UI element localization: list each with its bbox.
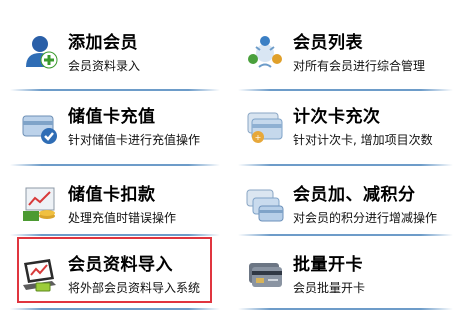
tile-title: 储值卡充值 bbox=[68, 107, 156, 127]
tile-add-member[interactable]: 添加会员 会员资料录入 bbox=[10, 22, 230, 98]
tile-description: 会员批量开卡 bbox=[293, 281, 366, 295]
row-separator bbox=[238, 234, 453, 236]
tile-title: 计次卡充次 bbox=[293, 107, 381, 127]
row-separator bbox=[10, 234, 220, 236]
tile-description: 处理充值时错误操作 bbox=[68, 211, 177, 225]
tile-description: 针对储值卡进行充值操作 bbox=[68, 133, 201, 147]
row-separator bbox=[238, 164, 453, 166]
tile-description: 针对计次卡, 增加项目次数 bbox=[293, 133, 433, 147]
tile-title: 会员列表 bbox=[293, 33, 363, 53]
tile-title: 添加会员 bbox=[68, 33, 138, 53]
card-deduct-icon bbox=[20, 185, 60, 225]
tile-count-card[interactable]: + 计次卡充次 针对计次卡, 增加项目次数 bbox=[235, 96, 455, 172]
count-card-icon: + bbox=[245, 107, 285, 147]
tile-points-adjust[interactable]: 会员加、减积分 对会员的积分进行增减操作 bbox=[235, 174, 455, 250]
row-separator bbox=[10, 89, 220, 91]
member-list-icon bbox=[245, 33, 285, 73]
row-separator bbox=[238, 89, 453, 91]
tile-title: 储值卡扣款 bbox=[68, 185, 156, 205]
row-separator bbox=[10, 164, 220, 166]
tile-description: 会员资料录入 bbox=[68, 59, 141, 73]
selection-highlight bbox=[17, 237, 212, 303]
add-member-icon bbox=[20, 33, 60, 73]
tile-card-recharge[interactable]: 储值卡充值 针对储值卡进行充值操作 bbox=[10, 96, 230, 172]
batch-card-icon bbox=[245, 255, 285, 295]
tile-title: 批量开卡 bbox=[293, 255, 363, 275]
tile-title: 会员加、减积分 bbox=[293, 185, 416, 205]
points-adjust-icon bbox=[245, 185, 285, 225]
row-separator bbox=[10, 308, 220, 310]
tile-description: 对会员的积分进行增减操作 bbox=[293, 211, 438, 225]
tile-member-list[interactable]: 会员列表 对所有会员进行综合管理 bbox=[235, 22, 455, 98]
member-function-grid: 添加会员 会员资料录入 会员列表 对所有会员进行综合管理 储值卡充值 针对储值卡… bbox=[0, 0, 461, 316]
row-separator bbox=[238, 308, 453, 310]
tile-description: 对所有会员进行综合管理 bbox=[293, 59, 426, 73]
svg-text:+: + bbox=[255, 133, 262, 142]
card-recharge-icon bbox=[20, 107, 60, 147]
